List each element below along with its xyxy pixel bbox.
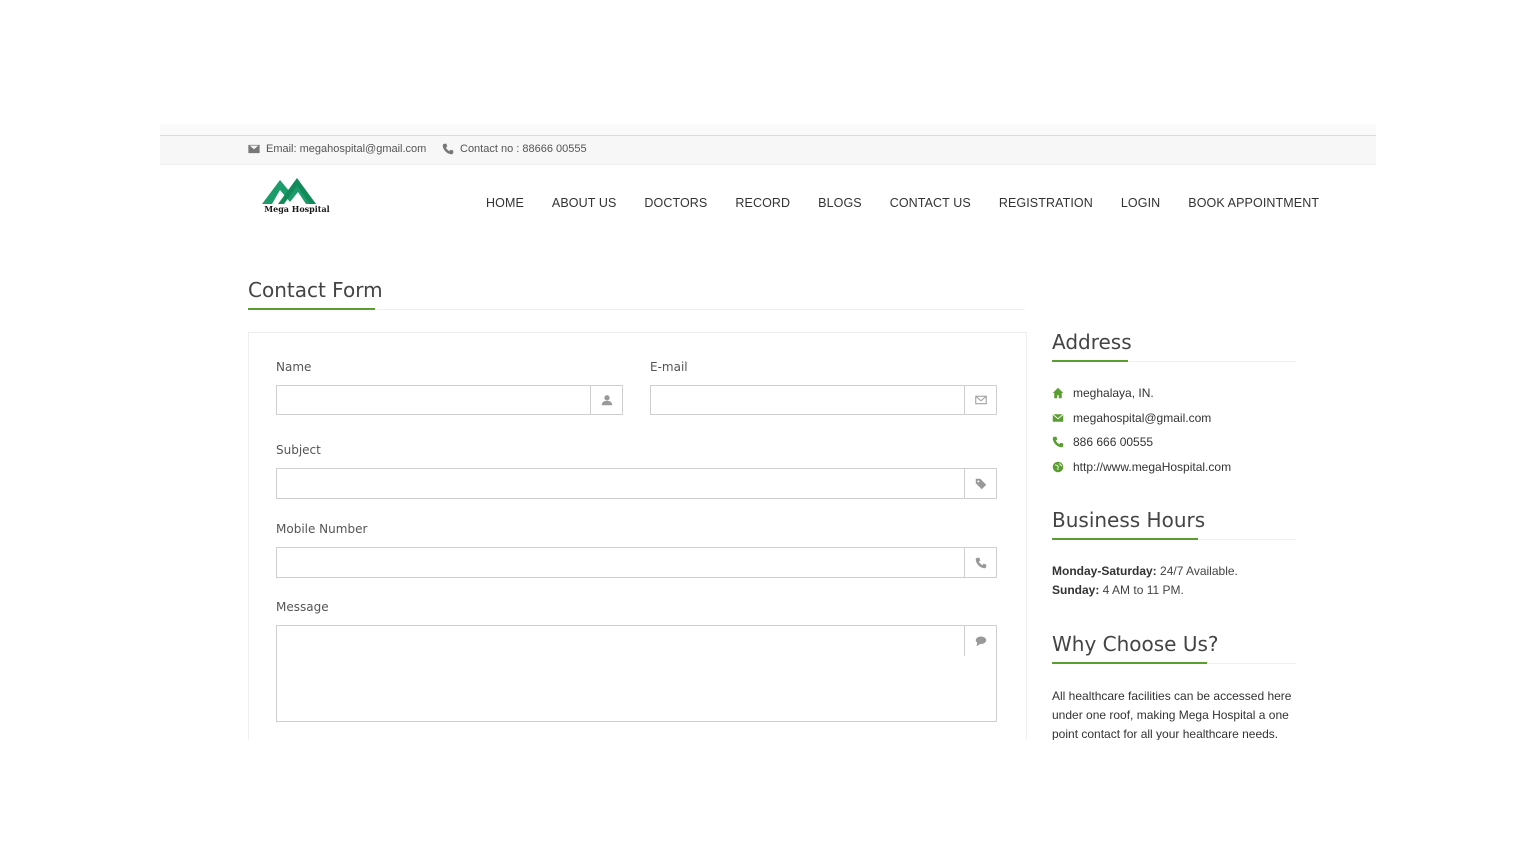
address-location: meghalaya, IN. (1073, 386, 1154, 400)
business-hours-rule (1198, 539, 1296, 540)
phone-icon (1052, 436, 1064, 448)
topbar-contact-text: Contact no : 88666 00555 (460, 143, 587, 155)
logo-text: Mega Hospital (264, 204, 330, 214)
hours-sunday: Sunday: 4 AM to 11 PM. (1052, 583, 1184, 597)
why-choose-title: Why Choose Us? (1052, 632, 1219, 656)
email-label: E-mail (650, 360, 688, 374)
envelope-outline-icon (974, 395, 987, 405)
address-underline (1052, 360, 1128, 362)
address-rule (1128, 361, 1296, 362)
business-hours-underline (1052, 538, 1198, 540)
address-title: Address (1052, 330, 1132, 354)
message-field-group (276, 625, 997, 722)
nav-home[interactable]: HOME (486, 196, 524, 210)
topbar-email: Email: megahospital@gmail.com (248, 143, 426, 155)
user-icon (601, 395, 612, 406)
name-input[interactable] (277, 386, 582, 414)
address-website-row: http://www.megaHospital.com (1052, 460, 1231, 474)
subject-input[interactable] (277, 469, 956, 498)
subject-field-group (276, 468, 997, 499)
name-field-group (276, 385, 623, 415)
mobile-input[interactable] (277, 548, 956, 577)
subject-label: Subject (276, 443, 321, 457)
mobile-label: Mobile Number (276, 522, 368, 536)
address-location-row: meghalaya, IN. (1052, 386, 1154, 400)
phone-icon (975, 557, 986, 568)
nav-book-appointment[interactable]: BOOK APPOINTMENT (1188, 196, 1319, 210)
email-addon (964, 386, 996, 414)
contact-form-title: Contact Form (248, 278, 383, 302)
message-textarea[interactable] (277, 626, 956, 721)
contact-form-underline (248, 308, 375, 310)
contact-form-rule (375, 309, 1025, 310)
envelope-icon (1052, 413, 1064, 422)
mobile-field-group (276, 547, 997, 578)
topbar-email-text: Email: megahospital@gmail.com (266, 143, 427, 155)
nav-blogs[interactable]: BLOGS (818, 196, 862, 210)
mountain-logo-icon (262, 178, 316, 204)
nav-contact-us[interactable]: CONTACT US (890, 196, 971, 210)
nav-registration[interactable]: REGISTRATION (999, 196, 1093, 210)
why-choose-rule (1207, 663, 1296, 664)
phone-icon (442, 143, 454, 155)
address-website[interactable]: http://www.megaHospital.com (1073, 460, 1231, 474)
comment-icon (975, 636, 986, 647)
hours-weekdays-value: 24/7 Available. (1156, 564, 1238, 578)
hours-sunday-value: 4 AM to 11 PM. (1099, 583, 1184, 597)
top-info-bar: Email: megahospital@gmail.com Contact no… (160, 136, 1376, 165)
main-nav: HOME ABOUT US DOCTORS RECORD BLOGS CONTA… (486, 196, 1319, 210)
nav-about-us[interactable]: ABOUT US (552, 196, 616, 210)
topbar-contact: Contact no : 88666 00555 (442, 143, 587, 155)
email-field-group (650, 385, 997, 415)
business-hours-title: Business Hours (1052, 508, 1206, 532)
hospital-logo[interactable]: Mega Hospital (258, 174, 336, 216)
nav-doctors[interactable]: DOCTORS (644, 196, 707, 210)
nav-record[interactable]: RECORD (735, 196, 790, 210)
envelope-icon (248, 144, 260, 154)
mobile-addon (964, 548, 996, 577)
hours-weekdays: Monday-Saturday: 24/7 Available. (1052, 564, 1238, 578)
tag-icon (975, 478, 986, 489)
subject-addon (964, 469, 996, 498)
name-addon (590, 386, 622, 414)
address-email-row: megahospital@gmail.com (1052, 411, 1211, 425)
address-email[interactable]: megahospital@gmail.com (1073, 411, 1211, 425)
address-phone-row: 886 666 00555 (1052, 435, 1153, 449)
why-choose-text: All healthcare facilities can be accesse… (1052, 689, 1292, 740)
message-addon (964, 626, 996, 656)
hours-weekdays-label: Monday-Saturday: (1052, 564, 1157, 578)
browser-strip (160, 124, 1376, 136)
globe-icon (1052, 461, 1064, 473)
hours-sunday-label: Sunday: (1052, 583, 1100, 597)
nav-login[interactable]: LOGIN (1121, 196, 1160, 210)
name-label: Name (276, 360, 312, 374)
home-icon (1052, 387, 1064, 399)
message-label: Message (276, 600, 329, 614)
page-frame: Email: megahospital@gmail.com Contact no… (160, 124, 1376, 740)
email-input[interactable] (651, 386, 956, 414)
why-choose-underline (1052, 662, 1207, 664)
contact-form-box: Name E-mail Subject Mobile Number Messag… (248, 332, 1027, 740)
address-phone: 886 666 00555 (1073, 435, 1154, 449)
